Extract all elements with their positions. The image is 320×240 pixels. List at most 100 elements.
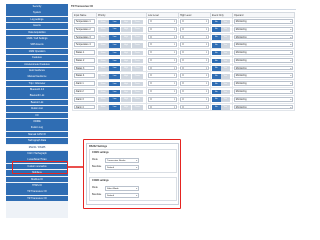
priority-button[interactable]: High [120,58,132,64]
priority-button[interactable]: None [97,58,109,64]
priority-button[interactable]: High [120,42,132,48]
sidebar-item[interactable]: Bluetooth 4.0 [6,87,68,93]
event-only-button[interactable]: Yes [220,19,230,25]
priority-button[interactable]: High [120,27,132,32]
low-level-input[interactable]: 0 ⇕ [147,57,178,63]
sidebar-item[interactable]: CAN / Tachograph [6,150,68,157]
priority-button[interactable]: Low [109,50,121,56]
priority-button[interactable]: Panic [131,105,143,110]
priority-button[interactable]: None [97,66,109,71]
operand-select[interactable]: Monitoring ▾ [233,96,294,102]
operand-select[interactable]: Monitoring ▾ [233,81,294,87]
priority-button[interactable]: High [120,81,132,87]
low-level-input[interactable]: 0 ⇕ [147,26,178,32]
high-level-input[interactable]: 0 ⇕ [179,65,210,71]
sidebar-item[interactable]: System [6,10,68,16]
priority-button[interactable]: Panic [131,81,143,87]
event-only-button[interactable]: No [211,50,221,56]
priority-button[interactable]: None [97,105,109,110]
low-level-input[interactable]: 0 ⇕ [147,65,178,71]
high-level-input[interactable]: 0 ⇕ [179,104,210,110]
priority-button[interactable]: Panic [131,35,143,40]
priority-button[interactable]: Low [109,81,121,87]
priority-button[interactable]: Panic [131,97,143,102]
low-level-input[interactable]: 0 ⇕ [147,18,178,24]
sidebar-item[interactable]: GSM Operation [6,48,68,55]
priority-button[interactable]: Low [109,58,121,64]
low-level-input[interactable]: 0 ⇕ [147,73,178,79]
spinner-icon[interactable]: ⇕ [174,20,176,23]
event-only-button[interactable]: Yes [220,74,230,79]
operand-select[interactable]: Monitoring ▾ [233,57,294,63]
spinner-icon[interactable]: ⇕ [206,82,208,85]
high-level-input[interactable]: 0 ⇕ [179,57,210,63]
priority-button[interactable]: Low [109,89,121,95]
spinner-icon[interactable]: ⇕ [174,67,176,70]
high-level-input[interactable]: 0 ⇕ [179,89,210,94]
priority-button[interactable]: Panic [131,50,143,56]
high-level-input[interactable]: 0 ⇕ [179,96,210,102]
priority-button[interactable]: None [97,42,109,48]
high-level-input[interactable]: 0 ⇕ [179,81,210,87]
priority-button[interactable]: Panic [131,19,143,25]
priority-button[interactable]: High [120,35,132,40]
event-only-button[interactable]: Yes [220,27,230,32]
sidebar-item[interactable]: Features [6,55,68,61]
priority-button[interactable]: Low [109,42,121,48]
operand-select[interactable]: Monitoring ▾ [233,89,294,94]
event-only-button[interactable]: No [211,74,221,79]
priority-button[interactable]: Panic [131,27,143,32]
priority-button[interactable]: High [120,50,132,56]
sidebar-item[interactable]: I/O [6,112,68,119]
sidebar-item[interactable]: Security [6,4,68,10]
event-only-button[interactable]: Yes [220,81,230,87]
priority-button[interactable]: None [97,74,109,79]
sidebar-item[interactable]: Accelerometer Features [6,61,68,68]
spinner-icon[interactable]: ⇕ [206,51,208,54]
priority-button[interactable]: Panic [131,89,143,95]
spinner-icon[interactable]: ⇕ [174,43,176,46]
sidebar-item[interactable]: RS232 / RS485 [6,144,68,151]
sidebar-item[interactable]: TR Transceiver IO [6,195,68,202]
sidebar-item[interactable]: Data Acquisition [6,29,68,36]
high-level-input[interactable]: 0 ⇕ [179,42,210,48]
sidebar-item[interactable]: GSM / Cell Settings [6,35,68,42]
priority-button[interactable]: Low [109,97,121,102]
sidebar-item[interactable]: Auto Geofence [6,67,68,74]
priority-button[interactable]: High [120,74,132,79]
priority-button[interactable]: Low [109,19,121,25]
spinner-icon[interactable]: ⇕ [174,59,176,62]
low-level-input[interactable]: 0 ⇕ [147,50,178,55]
priority-button[interactable]: None [97,50,109,56]
low-level-input[interactable]: 0 ⇕ [147,89,178,94]
operand-select[interactable]: Monitoring ▾ [233,34,294,40]
operand-select[interactable]: Monitoring ▾ [233,26,294,32]
spinner-icon[interactable]: ⇕ [206,67,208,70]
spinner-icon[interactable]: ⇕ [206,59,208,62]
spinner-icon[interactable]: ⇕ [174,90,176,93]
low-level-input[interactable]: 0 ⇕ [147,42,178,48]
spinner-icon[interactable]: ⇕ [206,90,208,93]
operand-select[interactable]: Monitoring ▾ [233,18,294,24]
operand-select[interactable]: Monitoring ▾ [233,42,294,48]
operand-select[interactable]: Monitoring ▾ [233,50,294,55]
sidebar-item[interactable]: Ibutton Log [6,125,68,132]
spinner-icon[interactable]: ⇕ [174,36,176,39]
sidebar-item[interactable]: Trip / Odometer [6,80,68,87]
sidebar-item[interactable]: Bluetooth List [6,93,68,100]
event-only-button[interactable]: No [211,27,221,32]
priority-button[interactable]: None [97,89,109,95]
low-level-input[interactable]: 0 ⇕ [147,104,178,110]
high-level-input[interactable]: 0 ⇕ [179,50,210,55]
priority-button[interactable]: None [97,19,109,25]
priority-button[interactable]: Low [109,27,121,32]
event-only-button[interactable]: Yes [220,35,230,40]
spinner-icon[interactable]: ⇕ [206,106,208,109]
high-level-input[interactable]: 0 ⇕ [179,34,210,40]
spinner-icon[interactable]: ⇕ [174,51,176,54]
spinner-icon[interactable]: ⇕ [174,106,176,109]
event-only-button[interactable]: No [211,58,221,64]
sidebar-item[interactable]: TR Transceiver IO [6,189,68,195]
high-level-input[interactable]: 0 ⇕ [179,73,210,79]
spinner-icon[interactable]: ⇕ [206,98,208,101]
